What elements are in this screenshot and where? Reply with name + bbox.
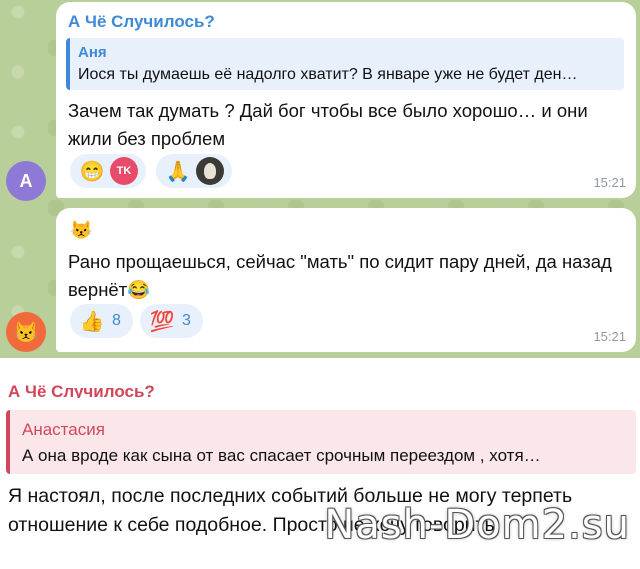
sender-name[interactable]: А Чё Случилось? xyxy=(8,382,155,398)
message-bubble[interactable]: 😾 Рано прощаешься, сейчас "мать" по сиди… xyxy=(56,208,636,352)
hundred-points-icon: 💯 xyxy=(149,310,175,333)
reaction-pill[interactable]: 👍 8 xyxy=(70,304,133,338)
site-watermark: Nash-Dom2.su xyxy=(324,502,630,548)
reaction-pill[interactable]: 🙏 xyxy=(156,154,232,188)
chat-screenshot-bottom: А Чё Случилось? Анастасия А она вроде ка… xyxy=(0,358,640,569)
reaction-pill[interactable]: 😁 TK xyxy=(70,154,146,188)
folded-hands-icon: 🙏 xyxy=(165,160,191,183)
reply-quote[interactable]: Анастасия А она вроде как сына от вас сп… xyxy=(6,410,636,474)
avatar[interactable]: A xyxy=(6,161,46,201)
message-time: 15:21 xyxy=(593,329,626,344)
sender-name[interactable]: А Чё Случилось? xyxy=(68,12,215,32)
reaction-count: 3 xyxy=(182,312,191,329)
message-text: Рано прощаешься, сейчас "мать" по сидит … xyxy=(68,251,612,300)
avatar[interactable]: 😾 xyxy=(6,312,46,352)
reply-author: Анастасия xyxy=(22,420,105,439)
reply-text: А она вроде как сына от вас спасает сроч… xyxy=(22,446,541,465)
chat-screenshot-top: А Чё Случилось? Аня Иося ты думаешь её н… xyxy=(0,0,640,358)
message-time: 15:21 xyxy=(593,175,626,190)
reply-quote[interactable]: Аня Иося ты думаешь её надолго хватит? В… xyxy=(66,38,624,90)
message-bubble[interactable]: А Чё Случилось? Аня Иося ты думаешь её н… xyxy=(56,2,636,198)
reply-author: Аня xyxy=(78,44,107,61)
thumbs-up-icon: 👍 xyxy=(79,310,105,333)
grinning-face-icon: 😁 xyxy=(79,160,105,183)
reaction-pill[interactable]: 💯 3 xyxy=(140,304,203,338)
reply-text: Иося ты думаешь её надолго хватит? В янв… xyxy=(78,66,578,83)
pouting-cat-icon: 😾 xyxy=(70,220,93,240)
user-photo-icon xyxy=(196,157,224,185)
reaction-count: 8 xyxy=(112,312,121,329)
message-text: Зачем так думать ? Дай бог чтобы все был… xyxy=(68,100,588,149)
tk-sticker-icon: TK xyxy=(110,157,138,185)
